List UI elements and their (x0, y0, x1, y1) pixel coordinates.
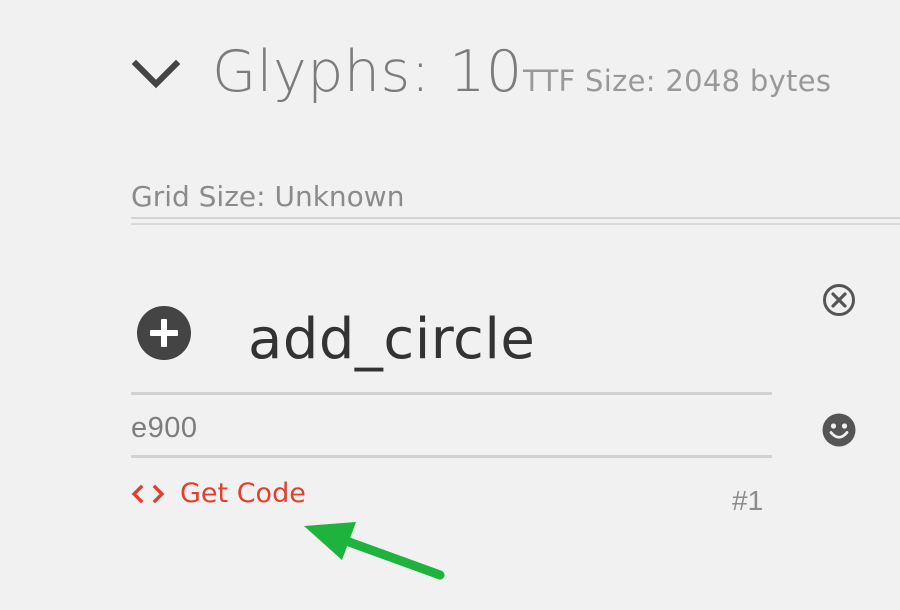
code-point-underline (131, 455, 772, 458)
add-circle-icon (137, 306, 191, 360)
annotation-arrow (290, 508, 460, 588)
glyph-name-field[interactable]: add_circle (248, 300, 535, 380)
close-circle-icon[interactable] (821, 282, 857, 318)
ttf-size-label: TTF Size: 2048 bytes (523, 64, 832, 98)
grid-size-label: Grid Size: Unknown (131, 180, 405, 213)
glyph-index-label: #1 (732, 485, 764, 516)
code-point-field[interactable]: e900 (131, 409, 198, 447)
get-code-link[interactable]: Get Code (131, 474, 306, 514)
glyph-count-title: Glyphs: 10 (212, 39, 523, 105)
smiley-icon[interactable] (821, 412, 857, 448)
divider (131, 217, 900, 219)
code-icon (131, 484, 165, 504)
glyph-name-underline (131, 392, 772, 395)
get-code-label: Get Code (180, 478, 306, 509)
divider (131, 223, 900, 225)
collapse-chevron-icon[interactable] (130, 50, 182, 94)
